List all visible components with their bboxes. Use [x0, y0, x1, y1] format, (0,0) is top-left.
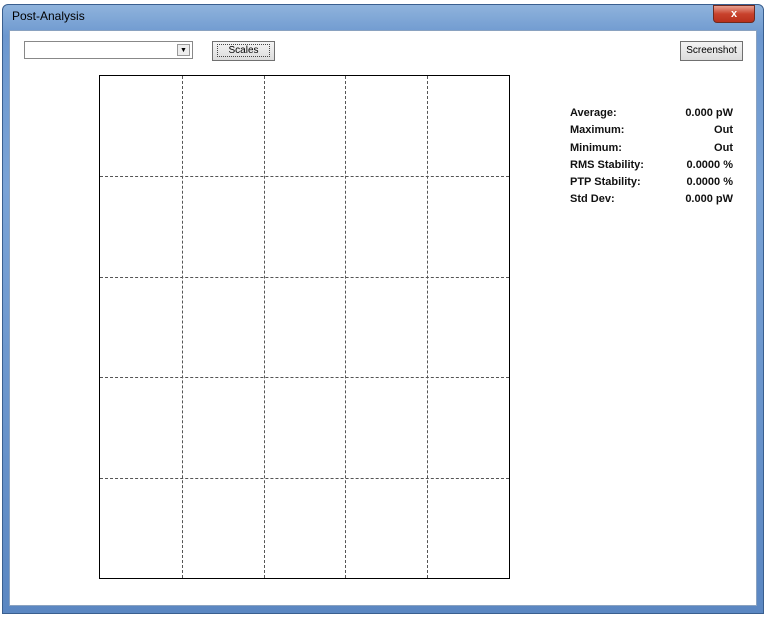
- grid-line: [427, 76, 429, 578]
- stat-label: RMS Stability:: [570, 158, 644, 171]
- stat-row: Maximum: Out: [570, 124, 733, 141]
- stat-value: Out: [714, 141, 733, 154]
- channel-dropdown[interactable]: ▼: [24, 41, 193, 59]
- grid-line: [100, 176, 509, 178]
- stat-label: Minimum:: [570, 141, 622, 154]
- stat-value: Out: [714, 124, 733, 137]
- stat-row: Std Dev: 0.000 pW: [570, 193, 733, 210]
- stat-row: PTP Stability: 0.0000 %: [570, 176, 733, 193]
- stat-value: 0.0000 %: [686, 176, 733, 189]
- scales-button[interactable]: Scales: [212, 41, 275, 61]
- stat-label: PTP Stability:: [570, 176, 641, 189]
- stat-label: Average:: [570, 107, 617, 119]
- stat-value: 0.0000 %: [686, 158, 733, 171]
- stat-row: Minimum: Out: [570, 142, 733, 159]
- stat-row: RMS Stability: 0.0000 %: [570, 159, 733, 176]
- grid-line: [181, 76, 183, 578]
- grid-line: [100, 477, 509, 479]
- grid-line: [100, 276, 509, 278]
- scales-label: Scales: [217, 44, 270, 57]
- grid-line: [100, 377, 509, 379]
- stat-label: Std Dev:: [570, 193, 615, 206]
- stat-value: 0.000 pW: [685, 193, 733, 206]
- plot-area: [99, 75, 510, 579]
- grid-line: [263, 76, 265, 578]
- window-title: Post-Analysis: [12, 9, 85, 23]
- grid-line: [345, 76, 347, 578]
- close-button[interactable]: x: [713, 5, 755, 23]
- screenshot-button[interactable]: Screenshot: [680, 41, 743, 61]
- statistics-panel: Average: 0.000 pW Maximum: Out Minimum: Out…: [570, 107, 733, 211]
- stat-label: Maximum:: [570, 124, 625, 137]
- stat-value: 0.000 pW: [685, 107, 733, 119]
- chevron-down-icon[interactable]: ▼: [177, 44, 190, 56]
- stat-row: Average: 0.000 pW: [570, 107, 733, 124]
